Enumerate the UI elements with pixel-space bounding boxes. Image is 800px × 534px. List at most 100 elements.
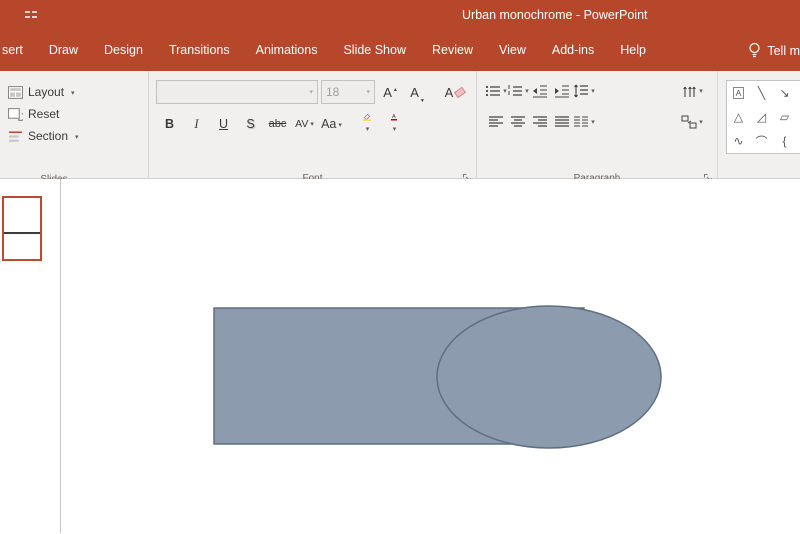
- highlighter-icon: [362, 113, 371, 121]
- chevron-down-icon: ▾: [366, 89, 370, 96]
- tab-help[interactable]: Help: [607, 30, 659, 71]
- line-icon: ╲: [757, 86, 766, 100]
- section-button[interactable]: Section: [8, 125, 148, 147]
- tab-add-ins[interactable]: Add-ins: [539, 30, 607, 71]
- bold-button[interactable]: B: [156, 113, 183, 135]
- parallelogram-icon: ▱: [779, 110, 790, 124]
- shape-right-brace-button[interactable]: }: [796, 129, 800, 153]
- chevron-down-icon: [336, 117, 342, 131]
- shape-parallelogram-button[interactable]: ▱: [773, 105, 796, 129]
- character-spacing-label: AV: [295, 118, 309, 130]
- align-left-button[interactable]: [485, 111, 507, 133]
- reset-icon: [8, 107, 23, 121]
- align-center-icon: [511, 116, 525, 127]
- align-center-button[interactable]: [507, 111, 529, 133]
- shapes-gallery: A ╲ ↘ ▭ ○ ▢ △ ◿ ▱ → ◇ ☆ ∿ ⌒ { } ~: [726, 80, 800, 154]
- numbering-button[interactable]: [507, 80, 529, 102]
- reset-button[interactable]: Reset: [8, 103, 148, 125]
- increase-indent-button[interactable]: [551, 80, 573, 102]
- shape-arrow-right-button[interactable]: →: [796, 105, 800, 129]
- convert-to-smartart-button[interactable]: [681, 111, 703, 133]
- tell-me-box[interactable]: Tell m: [748, 42, 800, 59]
- ribbon: Layout Reset Section Slides: [0, 71, 800, 188]
- layout-label: Layout: [28, 85, 65, 99]
- font-size-combobox[interactable]: 18 ▾: [321, 80, 375, 104]
- tab-slide-show[interactable]: Slide Show: [330, 30, 419, 71]
- shape-line-arrow-button[interactable]: ↘: [773, 81, 796, 105]
- section-icon: [9, 130, 22, 142]
- left-brace-icon: {: [782, 134, 787, 148]
- shape-isosceles-triangle-button[interactable]: △: [727, 105, 750, 129]
- line-arrow-icon: ↘: [779, 86, 790, 100]
- columns-button[interactable]: [573, 111, 595, 133]
- shape-text-box-button[interactable]: A: [727, 81, 750, 105]
- bullets-icon: [486, 85, 501, 97]
- clear-formatting-button[interactable]: A: [443, 81, 467, 103]
- decrease-indent-button[interactable]: [529, 80, 551, 102]
- strikethrough-button[interactable]: abc: [264, 113, 291, 135]
- grow-font-button[interactable]: A: [378, 81, 402, 103]
- tab-view[interactable]: View: [486, 30, 539, 71]
- scribble-icon: ∿: [733, 134, 744, 148]
- shape-right-triangle-button[interactable]: ◿: [750, 105, 773, 129]
- clear-formatting-icon: A: [444, 84, 454, 100]
- justify-button[interactable]: [551, 111, 573, 133]
- tab-animations[interactable]: Animations: [243, 30, 331, 71]
- shape-line-button[interactable]: ╲: [750, 81, 773, 105]
- numbering-icon: [508, 85, 523, 96]
- shape-left-brace-button[interactable]: {: [773, 129, 796, 153]
- line-spacing-icon: [574, 84, 589, 98]
- tab-transitions[interactable]: Transitions: [156, 30, 243, 71]
- text-highlight-color-button[interactable]: [353, 113, 380, 135]
- chevron-down-icon: [391, 121, 397, 135]
- text-box-icon: A: [732, 87, 745, 99]
- chevron-down-icon: [364, 121, 370, 135]
- reset-label: Reset: [28, 107, 60, 121]
- workspace: [0, 179, 800, 533]
- shrink-font-button[interactable]: A: [405, 81, 429, 103]
- tab-draw[interactable]: Draw: [36, 30, 91, 71]
- smartart-icon: [681, 115, 697, 129]
- align-right-icon: [533, 116, 547, 127]
- shape-scribble-button[interactable]: ∿: [727, 129, 750, 153]
- increase-indent-icon: [555, 85, 569, 98]
- bullets-button[interactable]: [485, 80, 507, 102]
- quick-access-toolbar-icon[interactable]: [24, 10, 38, 20]
- font-name-combobox[interactable]: ▾: [156, 80, 318, 104]
- text-direction-button[interactable]: [681, 80, 703, 102]
- text-shadow-button[interactable]: S: [237, 113, 264, 135]
- italic-button[interactable]: I: [183, 113, 210, 135]
- layout-button[interactable]: Layout: [8, 81, 148, 103]
- oval-shape[interactable]: [436, 305, 662, 449]
- tell-me-label: Tell m: [767, 43, 800, 58]
- grow-font-icon: A: [383, 85, 397, 100]
- character-spacing-button[interactable]: AV: [291, 113, 318, 135]
- align-left-icon: [489, 116, 503, 127]
- font-color-button[interactable]: A: [380, 113, 407, 135]
- slide-thumbnail[interactable]: [2, 196, 42, 261]
- shape-arc-button[interactable]: ⌒: [750, 129, 773, 153]
- change-case-button[interactable]: Aa: [318, 113, 345, 135]
- chevron-down-icon: ▾: [309, 89, 313, 96]
- tab-design[interactable]: Design: [91, 30, 156, 71]
- chevron-down-icon: [308, 118, 314, 130]
- slide-canvas[interactable]: [61, 179, 800, 533]
- slide-shapes-layer: [213, 305, 662, 449]
- columns-icon: [574, 116, 589, 127]
- line-spacing-button[interactable]: [573, 80, 595, 102]
- underline-button[interactable]: U: [210, 113, 237, 135]
- chevron-down-icon: [69, 85, 75, 99]
- font-color-icon: A: [390, 114, 397, 121]
- tab-review[interactable]: Review: [419, 30, 486, 71]
- chevron-down-icon: [73, 129, 79, 143]
- slide-thumbnail-panel: [0, 179, 61, 533]
- font-group: ▾ 18 ▾ A A A B I U S abc A: [149, 71, 477, 187]
- title-bar: Urban monochrome - PowerPoint: [0, 0, 800, 30]
- align-right-button[interactable]: [529, 111, 551, 133]
- tab-insert[interactable]: sert: [0, 30, 36, 71]
- chevron-down-icon: [501, 82, 507, 100]
- right-triangle-icon: ◿: [756, 110, 767, 124]
- thumbnail-content-line: [4, 232, 40, 234]
- shape-rectangle-button[interactable]: ▭: [796, 81, 800, 105]
- ribbon-tab-bar: sert Draw Design Transitions Animations …: [0, 30, 800, 71]
